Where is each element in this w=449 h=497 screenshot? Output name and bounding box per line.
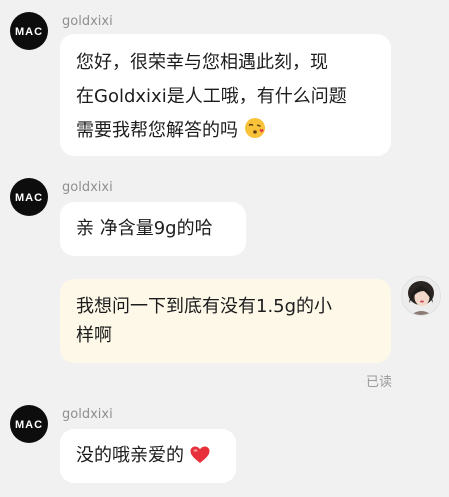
sender-name: goldxixi bbox=[62, 407, 113, 422]
kissing-face-emoji-icon bbox=[244, 118, 265, 138]
svg-text:MAC: MAC bbox=[15, 419, 43, 431]
message-bubble[interactable]: 我想问一下到底有没有1.5g的小 样啊 bbox=[60, 279, 391, 363]
svg-text:MAC: MAC bbox=[15, 192, 43, 204]
svg-text:MAC: MAC bbox=[15, 26, 43, 38]
message-line: 没的哦亲爱的 bbox=[76, 445, 184, 466]
message-line: 亲 净含量9g的哈 bbox=[76, 218, 213, 239]
message-bubble[interactable]: 您好，很荣幸与您相遇此刻，现 在Goldxixi是人工哦，有什么问题 需要我帮您… bbox=[60, 34, 391, 156]
sender-avatar[interactable]: MAC bbox=[10, 178, 48, 216]
message-line: 我想问一下到底有没有1.5g的小 bbox=[76, 296, 333, 317]
mac-logo-icon: MAC bbox=[15, 419, 43, 431]
read-status: 已读 bbox=[366, 375, 393, 390]
message-line: 需要我帮您解答的吗 bbox=[76, 120, 238, 141]
mac-logo-icon: MAC bbox=[15, 26, 43, 38]
profile-photo-icon bbox=[402, 277, 440, 315]
message-bubble[interactable]: 亲 净含量9g的哈 bbox=[60, 202, 246, 256]
message-line: 您好，很荣幸与您相遇此刻，现 bbox=[76, 52, 328, 73]
sender-name: goldxixi bbox=[62, 180, 113, 195]
sender-avatar[interactable]: MAC bbox=[10, 12, 48, 50]
message-line: 样啊 bbox=[76, 325, 112, 346]
sender-avatar[interactable]: MAC bbox=[10, 405, 48, 443]
user-avatar[interactable] bbox=[401, 276, 441, 316]
message-line: 在Goldxixi是人工哦，有什么问题 bbox=[76, 86, 347, 107]
red-heart-emoji-icon bbox=[190, 446, 210, 463]
sender-name: goldxixi bbox=[62, 14, 113, 29]
mac-logo-icon: MAC bbox=[15, 192, 43, 204]
message-bubble[interactable]: 没的哦亲爱的 bbox=[60, 429, 236, 483]
